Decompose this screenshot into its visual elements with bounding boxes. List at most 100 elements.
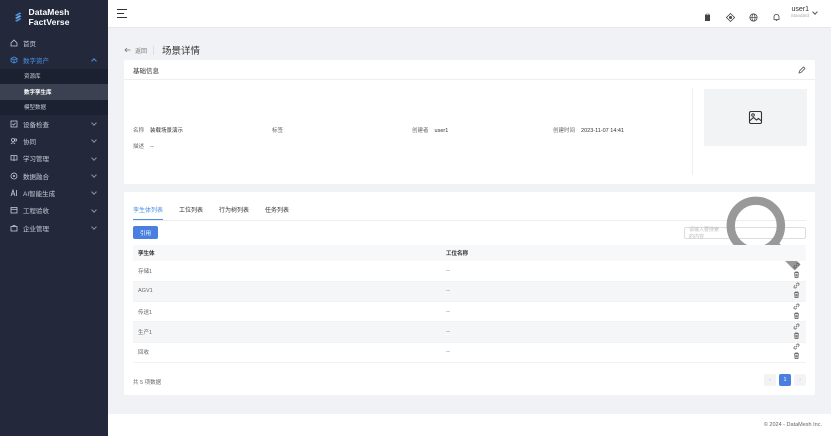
chevron-down-icon	[812, 9, 818, 15]
sidebar-item-label: 设备检查	[23, 121, 49, 129]
sidebar-item-device-check[interactable]: 设备检查	[0, 115, 108, 132]
breadcrumb: 返回 场景详情	[124, 43, 200, 57]
station-name: --	[441, 281, 766, 303]
info-heading: 基础信息	[124, 60, 815, 80]
sidebar-item-label: AI智能生成	[23, 190, 56, 198]
sidebar-subitem-model-data[interactable]: 模型数据	[0, 99, 108, 116]
calendar-icon	[10, 207, 18, 214]
description-field: 描述 --	[133, 142, 154, 150]
column-header-actions	[766, 245, 806, 261]
brand[interactable]: DataMesh FactVerse	[0, 0, 108, 34]
creator-value: user1	[434, 128, 449, 134]
tab-twins[interactable]: 孪生体列表	[133, 205, 171, 220]
next-page-button[interactable]: ›	[794, 374, 806, 386]
delete-icon[interactable]	[793, 312, 800, 319]
tab-underline	[133, 220, 806, 221]
search-input[interactable]: 请输入要搜索的内容	[684, 196, 806, 271]
top-icons	[703, 9, 781, 23]
briefcase-icon	[10, 224, 18, 231]
row-actions	[766, 261, 806, 282]
sidebar-item-learning[interactable]: 学习管理	[0, 150, 108, 167]
tab-tasks[interactable]: 任务列表	[265, 205, 297, 219]
users-icon	[10, 138, 18, 145]
chevron-up-icon	[91, 58, 97, 65]
twin-table: 孪生体 工位名称 存储1 -- AGV1 -- 传送1 -- 生产1 -- 回收 --	[133, 245, 806, 363]
globe-icon[interactable]	[749, 9, 758, 22]
delete-icon[interactable]	[793, 352, 800, 360]
clipboard-icon[interactable]	[703, 9, 712, 21]
tab-stations[interactable]: 工位列表	[179, 205, 211, 219]
chevron-down-icon	[91, 120, 97, 126]
sidebar: DataMesh FactVerse 首页 数字资产 资源库 数字孪生库 模型数…	[0, 0, 108, 436]
footer: © 2024 - DataMesh Inc.	[108, 414, 831, 436]
link-icon[interactable]	[793, 323, 800, 330]
twin-name: 传送1	[133, 301, 441, 323]
app-name: DataMesh FactVerse	[28, 7, 70, 27]
image-placeholder-icon	[748, 110, 763, 125]
link-icon[interactable]	[793, 303, 800, 310]
station-name: --	[441, 301, 766, 323]
logo-icon	[14, 11, 22, 22]
chevron-down-icon	[91, 224, 97, 230]
search-placeholder: 请输入要搜索的内容	[689, 227, 720, 240]
delete-icon[interactable]	[793, 332, 800, 339]
back-label: 返回	[135, 48, 148, 55]
book-icon	[10, 155, 18, 162]
link-icon[interactable]	[793, 262, 800, 269]
sidebar-item-acceptance[interactable]: 工程验收	[0, 202, 108, 219]
back-link[interactable]: 返回	[124, 46, 147, 55]
delete-icon[interactable]	[793, 291, 800, 299]
sidebar-item-label: 协同	[23, 139, 36, 147]
tab-bar: 孪生体列表 工位列表 行为树列表 任务列表	[133, 205, 305, 220]
top-bar: user1 Standard	[108, 0, 831, 28]
sidebar-item-label: 企业管理	[23, 225, 49, 233]
sidebar-subitem-resource-library[interactable]: 资源库	[0, 68, 108, 85]
tag-label: 标签	[272, 128, 284, 134]
link-icon[interactable]	[793, 343, 800, 350]
delete-icon[interactable]	[793, 271, 800, 278]
tab-behavior-trees[interactable]: 行为树列表	[219, 205, 257, 219]
chevron-down-icon	[91, 154, 97, 161]
user-menu[interactable]: user1 Standard	[791, 6, 818, 18]
sidebar-nav: 首页 数字资产 资源库 数字孪生库 模型数据 设备检查 协同 学习管理 数据融合	[0, 34, 108, 236]
twin-name: AGV1	[133, 281, 441, 303]
sidebar-item-data-fusion[interactable]: 数据融合	[0, 167, 108, 184]
sidebar-item-collaboration[interactable]: 协同	[0, 132, 108, 149]
created-time-value: 2023-11-07 14:41	[581, 128, 625, 134]
name-value: 装载场景演示	[150, 128, 184, 134]
navigation-icon[interactable]	[725, 9, 736, 23]
menu-toggle-icon[interactable]	[117, 9, 127, 21]
bell-icon[interactable]	[772, 9, 781, 21]
sidebar-subitem-twin-library[interactable]: 数字孪生库	[0, 84, 108, 100]
column-header-twin: 孪生体	[133, 245, 441, 261]
scene-thumbnail[interactable]	[704, 89, 807, 146]
edit-icon[interactable]	[798, 66, 806, 74]
sidebar-item-enterprise[interactable]: 企业管理	[0, 219, 108, 236]
name-label: 名称	[133, 128, 145, 134]
station-name: --	[441, 261, 766, 282]
twin-name: 生产1	[133, 321, 441, 343]
sidebar-item-label: 数字资产	[23, 57, 49, 65]
created-time-label: 创建时间	[553, 128, 576, 134]
tag-field: 标签	[272, 126, 283, 134]
sidebar-item-label: 工程验收	[23, 208, 49, 216]
row-actions	[766, 281, 806, 303]
prev-page-button[interactable]: ‹	[764, 374, 776, 386]
sidebar-item-home[interactable]: 首页	[0, 34, 108, 51]
sidebar-item-ai[interactable]: AI智能生成	[0, 184, 108, 201]
chevron-down-icon	[91, 189, 97, 196]
chevron-down-icon	[91, 172, 97, 178]
pagination: ‹ 1 ›	[764, 374, 806, 386]
sidebar-item-label: 数据融合	[23, 173, 49, 181]
breadcrumb-divider	[153, 45, 155, 55]
cite-button[interactable]: 引用	[133, 226, 158, 239]
sidebar-item-digital-assets[interactable]: 数字资产	[0, 51, 108, 68]
row-actions	[766, 301, 806, 323]
table-row: AGV1 --	[133, 281, 806, 303]
table-row: 传送1 --	[133, 301, 806, 323]
arrow-left-icon	[124, 47, 131, 53]
page-number[interactable]: 1	[779, 374, 791, 386]
description-label: 描述	[133, 144, 145, 150]
creator-field: 创建者 user1	[412, 126, 448, 134]
link-icon[interactable]	[793, 282, 800, 289]
